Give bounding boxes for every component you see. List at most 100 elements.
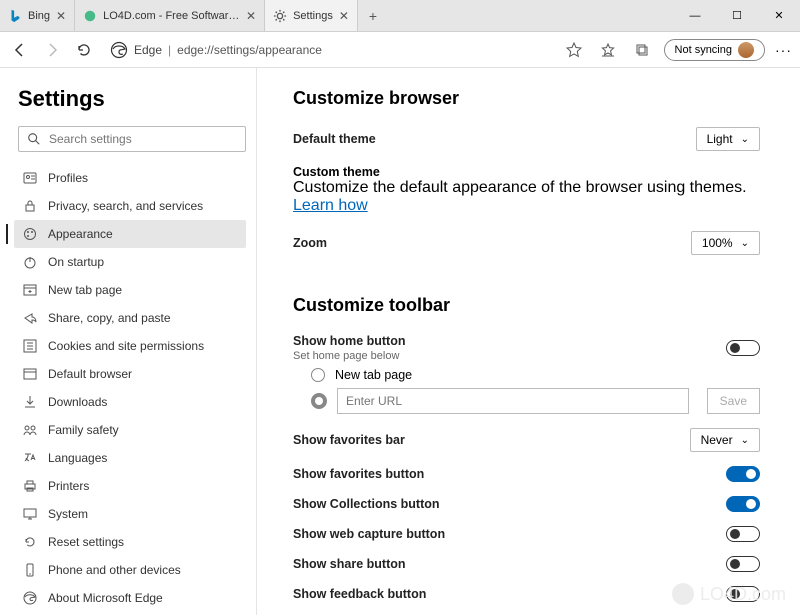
browser-icon bbox=[22, 366, 38, 382]
gear-icon bbox=[273, 9, 287, 23]
more-menu-button[interactable]: ··· bbox=[775, 42, 792, 58]
webcapture-button-toggle[interactable] bbox=[726, 526, 760, 542]
window-controls: — ☐ ✕ bbox=[674, 0, 800, 31]
webcapture-button-row: Show web capture button bbox=[293, 526, 760, 542]
toolbar: Edge | edge://settings/appearance Not sy… bbox=[0, 32, 800, 68]
sidebar-item-privacy[interactable]: Privacy, search, and services bbox=[14, 192, 246, 220]
back-button[interactable] bbox=[8, 38, 32, 62]
sidebar-item-languages[interactable]: Languages bbox=[14, 444, 246, 472]
download-icon bbox=[22, 394, 38, 410]
sidebar-item-appearance[interactable]: Appearance bbox=[14, 220, 246, 248]
globe-favicon bbox=[83, 9, 97, 23]
sidebar-item-downloads[interactable]: Downloads bbox=[14, 388, 246, 416]
watermark: LO4D.com bbox=[672, 583, 786, 605]
favorites-toolbar-icon[interactable] bbox=[596, 38, 620, 62]
profile-icon bbox=[22, 170, 38, 186]
sidebar-item-default[interactable]: Default browser bbox=[14, 360, 246, 388]
profile-sync-button[interactable]: Not syncing bbox=[664, 39, 765, 61]
new-tab-button[interactable]: + bbox=[358, 0, 388, 31]
address-bar[interactable]: Edge | edge://settings/appearance bbox=[104, 41, 554, 59]
sidebar-item-printers[interactable]: Printers bbox=[14, 472, 246, 500]
settings-heading: Settings bbox=[18, 86, 246, 112]
forward-button[interactable] bbox=[40, 38, 64, 62]
avatar bbox=[738, 42, 754, 58]
customize-browser-heading: Customize browser bbox=[293, 88, 760, 109]
customize-toolbar-heading: Customize toolbar bbox=[293, 295, 760, 316]
search-icon bbox=[27, 132, 41, 146]
permissions-icon bbox=[22, 338, 38, 354]
edge-icon bbox=[110, 41, 128, 59]
home-option-newtab[interactable]: New tab page bbox=[311, 368, 760, 382]
tab-label: Bing bbox=[28, 10, 50, 22]
favorites-button-toggle[interactable] bbox=[726, 466, 760, 482]
sync-label: Not syncing bbox=[675, 44, 732, 56]
favorites-bar-row: Show favorites bar Never ⌄ bbox=[293, 428, 760, 452]
sidebar-item-about[interactable]: About Microsoft Edge bbox=[14, 584, 246, 612]
home-url-input[interactable] bbox=[337, 388, 689, 414]
close-icon[interactable]: ✕ bbox=[56, 9, 66, 23]
search-input[interactable] bbox=[49, 132, 237, 146]
browser-tab-bing[interactable]: Bing ✕ bbox=[0, 0, 75, 31]
custom-theme-desc: Customize the default appearance of the … bbox=[293, 179, 760, 215]
language-icon bbox=[22, 450, 38, 466]
family-icon bbox=[22, 422, 38, 438]
power-icon bbox=[22, 254, 38, 270]
edge-about-icon bbox=[22, 590, 38, 606]
sidebar-item-reset[interactable]: Reset settings bbox=[14, 528, 246, 556]
star-icon[interactable] bbox=[562, 38, 586, 62]
chevron-down-icon: ⌄ bbox=[741, 238, 749, 249]
sidebar-item-newtab[interactable]: New tab page bbox=[14, 276, 246, 304]
save-button[interactable]: Save bbox=[707, 388, 760, 414]
tab-label: Settings bbox=[293, 10, 333, 22]
collections-button-row: Show Collections button bbox=[293, 496, 760, 512]
system-icon bbox=[22, 506, 38, 522]
radio-selected-icon bbox=[311, 393, 327, 409]
browser-tab-settings[interactable]: Settings ✕ bbox=[265, 0, 358, 31]
favorites-bar-dropdown[interactable]: Never ⌄ bbox=[690, 428, 760, 452]
url-text: edge://settings/appearance bbox=[177, 43, 322, 57]
sidebar-item-profiles[interactable]: Profiles bbox=[14, 164, 246, 192]
show-home-label: Show home button bbox=[293, 334, 405, 348]
browser-tab-lo4d[interactable]: LO4D.com - Free Software Down ✕ bbox=[75, 0, 265, 31]
sidebar-item-cookies[interactable]: Cookies and site permissions bbox=[14, 332, 246, 360]
show-home-row: Show home button Set home page below bbox=[293, 334, 760, 362]
phone-icon bbox=[22, 562, 38, 578]
share-button-toggle[interactable] bbox=[726, 556, 760, 572]
sidebar-item-share[interactable]: Share, copy, and paste bbox=[14, 304, 246, 332]
refresh-button[interactable] bbox=[72, 38, 96, 62]
default-theme-row: Default theme Light ⌄ bbox=[293, 127, 760, 151]
share-button-row: Show share button bbox=[293, 556, 760, 572]
settings-content: Settings Profiles Privacy, search, and s… bbox=[0, 68, 800, 615]
paint-icon bbox=[22, 226, 38, 242]
radio-icon bbox=[311, 368, 325, 382]
collections-button-toggle[interactable] bbox=[726, 496, 760, 512]
close-icon[interactable]: ✕ bbox=[246, 9, 256, 23]
custom-theme-label: Custom theme bbox=[293, 165, 760, 179]
close-window-button[interactable]: ✕ bbox=[758, 0, 800, 31]
collections-toolbar-icon[interactable] bbox=[630, 38, 654, 62]
default-theme-label: Default theme bbox=[293, 132, 376, 146]
settings-main: Customize browser Default theme Light ⌄ … bbox=[257, 68, 800, 615]
learn-how-link[interactable]: Learn how bbox=[293, 197, 368, 214]
sidebar-item-phone[interactable]: Phone and other devices bbox=[14, 556, 246, 584]
settings-sidebar: Settings Profiles Privacy, search, and s… bbox=[0, 68, 257, 615]
minimize-button[interactable]: — bbox=[674, 0, 716, 31]
show-home-toggle[interactable] bbox=[726, 340, 760, 356]
favorites-button-row: Show favorites button bbox=[293, 466, 760, 482]
home-option-url[interactable]: Save bbox=[311, 388, 760, 414]
zoom-dropdown[interactable]: 100% ⌄ bbox=[691, 231, 760, 255]
maximize-button[interactable]: ☐ bbox=[716, 0, 758, 31]
search-settings-box[interactable] bbox=[18, 126, 246, 152]
sidebar-item-startup[interactable]: On startup bbox=[14, 248, 246, 276]
url-brand: Edge bbox=[134, 43, 162, 57]
globe-watermark-icon bbox=[672, 583, 694, 605]
chevron-down-icon: ⌄ bbox=[741, 134, 749, 145]
chevron-down-icon: ⌄ bbox=[741, 435, 749, 446]
default-theme-dropdown[interactable]: Light ⌄ bbox=[696, 127, 760, 151]
close-icon[interactable]: ✕ bbox=[339, 9, 349, 23]
lock-icon bbox=[22, 198, 38, 214]
zoom-label: Zoom bbox=[293, 236, 327, 250]
sidebar-item-system[interactable]: System bbox=[14, 500, 246, 528]
sidebar-item-family[interactable]: Family safety bbox=[14, 416, 246, 444]
show-home-sub: Set home page below bbox=[293, 350, 405, 362]
